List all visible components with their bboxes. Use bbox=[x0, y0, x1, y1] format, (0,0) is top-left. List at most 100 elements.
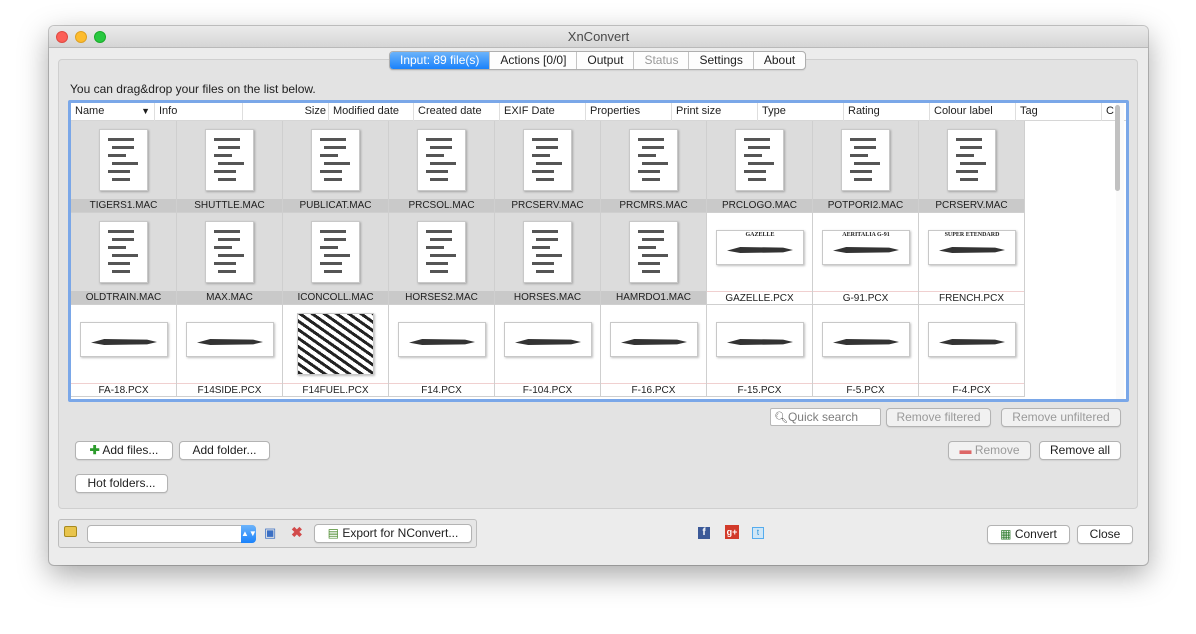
file-thumbnail-cell[interactable]: ICONCOLL.MAC bbox=[283, 213, 389, 305]
remove-filtered-button[interactable]: Remove filtered bbox=[886, 408, 991, 427]
facebook-icon[interactable]: f bbox=[698, 527, 710, 539]
open-folder-icon[interactable] bbox=[64, 526, 77, 537]
thumbnail-text-line bbox=[320, 246, 338, 249]
thumbnail-text-line bbox=[430, 270, 448, 273]
file-thumbnail-cell[interactable]: F-15.PCX bbox=[707, 305, 813, 397]
column-info[interactable]: Info bbox=[155, 103, 243, 121]
file-thumbnail-cell[interactable]: MAX.MAC bbox=[177, 213, 283, 305]
file-thumbnail-cell[interactable]: AERITALIA G-91 G-91.PCX bbox=[813, 213, 919, 305]
thumbnail-image: AERITALIA G-91 bbox=[822, 230, 910, 265]
aircraft-silhouette bbox=[939, 339, 1005, 345]
scrollbar-thumb[interactable] bbox=[1115, 105, 1120, 191]
file-thumbnail-cell[interactable]: PUBLICAT.MAC bbox=[283, 121, 389, 213]
file-name-label: PRCMRS.MAC bbox=[601, 199, 706, 212]
quick-search-input[interactable]: 🔍︎Quick search bbox=[770, 408, 881, 426]
tab-output[interactable]: Output bbox=[577, 52, 635, 69]
column-colour-label[interactable]: Colour label bbox=[930, 103, 1016, 121]
close-button[interactable]: Close bbox=[1077, 525, 1133, 544]
hot-folders-button[interactable]: Hot folders... bbox=[75, 474, 168, 493]
column-exif-date[interactable]: EXIF Date bbox=[500, 103, 586, 121]
file-thumbnail-cell[interactable]: F14.PCX bbox=[389, 305, 495, 397]
tab-about[interactable]: About bbox=[754, 52, 805, 69]
vertical-scrollbar[interactable] bbox=[1115, 103, 1124, 399]
file-thumbnail-cell[interactable]: F-5.PCX bbox=[813, 305, 919, 397]
thumbnail-image bbox=[186, 322, 274, 357]
preset-combo[interactable]: ▲▼ bbox=[87, 525, 257, 543]
column-size[interactable]: Size bbox=[243, 103, 329, 121]
file-thumbnail-cell[interactable]: OLDTRAIN.MAC bbox=[71, 213, 177, 305]
file-thumbnail-cell[interactable]: HORSES2.MAC bbox=[389, 213, 495, 305]
file-thumbnail-cell[interactable]: HORSES.MAC bbox=[495, 213, 601, 305]
file-name-label: F-5.PCX bbox=[813, 383, 918, 396]
zoom-window-button[interactable] bbox=[94, 31, 106, 43]
file-thumbnail-cell[interactable]: FA-18.PCX bbox=[71, 305, 177, 397]
remove-all-button[interactable]: Remove all bbox=[1039, 441, 1121, 460]
file-thumbnail-cell[interactable]: POTPORI2.MAC bbox=[813, 121, 919, 213]
tab-settings[interactable]: Settings bbox=[689, 52, 754, 69]
tab-status[interactable]: Status bbox=[634, 52, 690, 69]
file-name-label: PRCLOGO.MAC bbox=[707, 199, 812, 212]
thumbnail-text-line bbox=[960, 178, 978, 181]
thumbnail-text-line bbox=[426, 246, 444, 249]
thumbnail-image bbox=[610, 322, 698, 357]
thumbnail-text-line bbox=[112, 178, 130, 181]
save-icon[interactable]: ▣ bbox=[264, 525, 276, 541]
thumbnail-text-line bbox=[426, 154, 444, 157]
thumbnail-text-line bbox=[638, 262, 660, 265]
add-folder-button[interactable]: Add folder... bbox=[179, 441, 270, 460]
column-created-date[interactable]: Created date bbox=[414, 103, 500, 121]
file-thumbnail-cell[interactable]: PRCSERV.MAC bbox=[495, 121, 601, 213]
file-name-label: PRCSOL.MAC bbox=[389, 199, 494, 212]
file-thumbnail-cell[interactable]: PCRSERV.MAC bbox=[919, 121, 1025, 213]
thumbnail-text-line bbox=[536, 146, 558, 149]
thumbnail-text-line bbox=[638, 230, 664, 233]
file-thumbnail-cell[interactable]: SHUTTLE.MAC bbox=[177, 121, 283, 213]
thumbnail-text-line bbox=[214, 170, 236, 173]
file-thumbnail-cell[interactable]: PRCMRS.MAC bbox=[601, 121, 707, 213]
close-window-button[interactable] bbox=[56, 31, 68, 43]
file-thumbnail-cell[interactable]: F-4.PCX bbox=[919, 305, 1025, 397]
file-thumbnail-cell[interactable]: HAMRDO1.MAC bbox=[601, 213, 707, 305]
minimize-window-button[interactable] bbox=[75, 31, 87, 43]
column-name[interactable]: Name ▼ bbox=[71, 103, 155, 121]
thumbnail-text-line bbox=[854, 178, 872, 181]
file-thumbnail-cell[interactable]: SUPER ETENDARD FRENCH.PCX bbox=[919, 213, 1025, 305]
file-thumbnail-cell[interactable]: TIGERS1.MAC bbox=[71, 121, 177, 213]
file-thumbnail-cell[interactable]: GAZELLE GAZELLE.PCX bbox=[707, 213, 813, 305]
twitter-icon[interactable]: t bbox=[752, 527, 764, 539]
column-print-size[interactable]: Print size bbox=[672, 103, 758, 121]
file-thumbnail-cell[interactable]: F14SIDE.PCX bbox=[177, 305, 283, 397]
thumbnail-text-line bbox=[324, 146, 346, 149]
remove-unfiltered-button[interactable]: Remove unfiltered bbox=[1001, 408, 1121, 427]
delete-icon[interactable]: ✖ bbox=[291, 524, 303, 541]
column-tag[interactable]: Tag bbox=[1016, 103, 1102, 121]
thumbnail-image bbox=[398, 322, 486, 357]
thumbnail-text-line bbox=[108, 154, 126, 157]
export-nconvert-button[interactable]: ▤ Export for NConvert... bbox=[314, 524, 472, 543]
tab-input[interactable]: Input: 89 file(s) bbox=[390, 52, 491, 69]
column-rating[interactable]: Rating bbox=[844, 103, 930, 121]
thumbnail-text-line bbox=[112, 146, 134, 149]
file-list[interactable]: Name ▼ Info Size Modified date Created da… bbox=[68, 100, 1129, 402]
file-thumbnail-cell[interactable]: F14FUEL.PCX bbox=[283, 305, 389, 397]
thumbnail-text-line bbox=[744, 154, 762, 157]
file-name-label: HAMRDO1.MAC bbox=[601, 291, 706, 304]
thumbnail-image bbox=[417, 129, 466, 191]
add-files-button[interactable]: ✚ Add files... bbox=[75, 441, 173, 460]
column-properties[interactable]: Properties bbox=[586, 103, 672, 121]
thumbnail-text-line bbox=[642, 178, 660, 181]
thumbnail-text-line bbox=[536, 238, 558, 241]
thumbnail-text-line bbox=[956, 138, 982, 141]
column-modified-date[interactable]: Modified date bbox=[329, 103, 414, 121]
file-name-label: PCRSERV.MAC bbox=[919, 199, 1024, 212]
file-thumbnail-cell[interactable]: F-16.PCX bbox=[601, 305, 707, 397]
file-thumbnail-cell[interactable]: PRCSOL.MAC bbox=[389, 121, 495, 213]
remove-button[interactable]: ▬ Remove bbox=[948, 441, 1031, 460]
thumbnail-image: SUPER ETENDARD bbox=[928, 230, 1016, 265]
file-thumbnail-cell[interactable]: PRCLOGO.MAC bbox=[707, 121, 813, 213]
file-thumbnail-cell[interactable]: F-104.PCX bbox=[495, 305, 601, 397]
column-type[interactable]: Type bbox=[758, 103, 844, 121]
convert-button[interactable]: ▦ Convert bbox=[987, 525, 1070, 544]
google-plus-icon[interactable]: g+ bbox=[725, 525, 739, 539]
tab-actions[interactable]: Actions [0/0] bbox=[490, 52, 578, 69]
